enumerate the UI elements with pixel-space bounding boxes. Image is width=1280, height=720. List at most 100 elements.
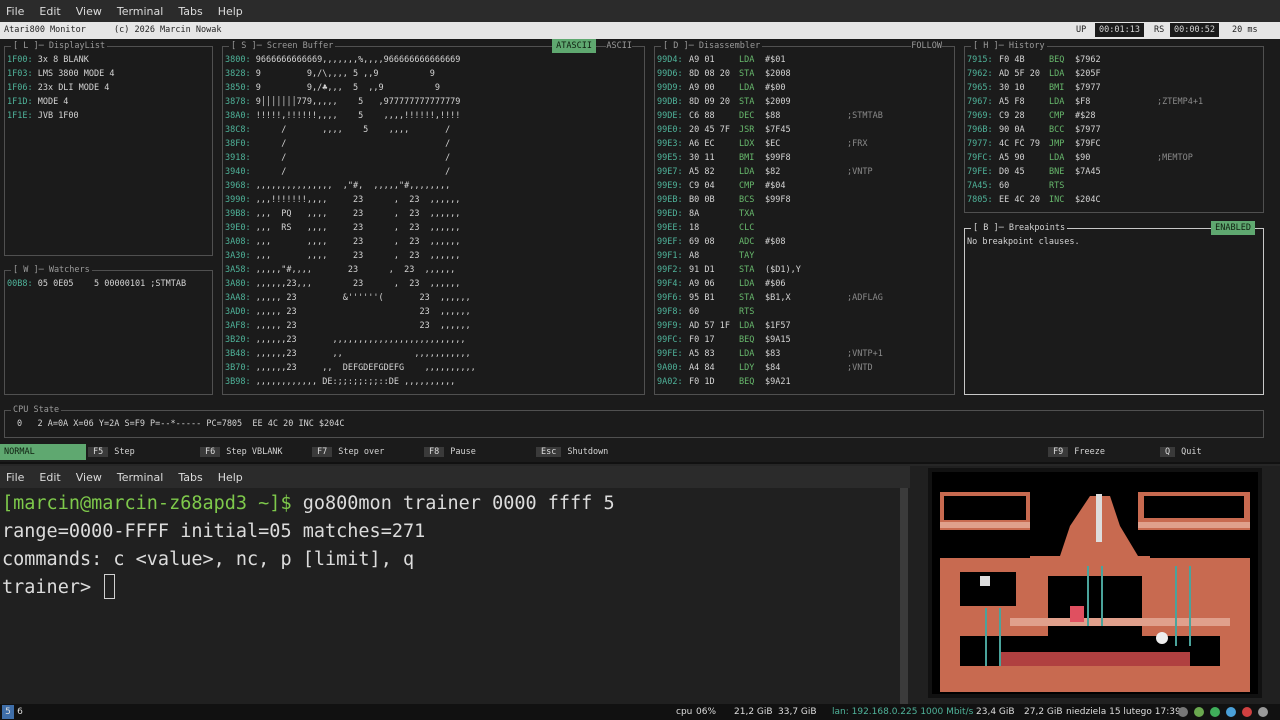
disassembler-comment: ;ADFLAG	[847, 293, 883, 303]
menu-terminal[interactable]: Terminal	[117, 5, 164, 18]
screen_buffer-row: 3990: ,,,!!!!!!!,,,, 23 , 23 ,,,,,,	[225, 193, 644, 207]
screen_buffer-addr: 3A80:	[225, 279, 251, 289]
trainer-prompt-line[interactable]: trainer>	[2, 574, 116, 602]
history-bytes: AD 5F 20	[999, 69, 1040, 79]
history-mnemonic: BCC	[1049, 125, 1065, 135]
disassembler-bytes: F0 1D	[689, 377, 715, 387]
displaylist-row: 1F1D: MODE 4	[7, 95, 212, 109]
menu-tabs-2[interactable]: Tabs	[178, 471, 202, 484]
disassembler-addr: 99E7:	[657, 167, 683, 177]
screen-buffer-title: [ S ]─ Screen Buffer	[229, 39, 336, 53]
screen_buffer-row: 3B98: ,,,,,,,,,,,, DE:;;:;;:;;::DE ,,,,,…	[225, 375, 644, 389]
workspace-6[interactable]: 6	[14, 705, 26, 719]
frame-ms: 20 ms	[1232, 25, 1258, 35]
screen_buffer-text: / /	[255, 153, 451, 163]
breakpoints-enabled-badge[interactable]: ENABLED	[1211, 221, 1255, 235]
disassembler-operand: $2008	[765, 69, 791, 79]
follow-indicator[interactable]: FOLLOW	[911, 39, 942, 53]
shell-terminal[interactable]: [marcin@marcin-z68apd3 ~]$ go800mon trai…	[0, 488, 910, 704]
disassembler-operand: #$00	[765, 83, 786, 93]
tray-icon-1[interactable]	[1178, 707, 1188, 717]
disassembler-operand: $B1,X	[765, 293, 791, 303]
menu-file-2[interactable]: File	[6, 471, 24, 484]
disassembler-title: [ D ]─ Disassembler	[661, 39, 763, 53]
lan-status: lan: 192.168.0.225 1000 Mbit/s	[832, 707, 974, 717]
screen_buffer-row: 3B20: ,,,,,,23 ,,,,,,,,,,,,,,,,,,,,,,,,,…	[225, 333, 644, 347]
screen-buffer-rows: 3800: 9666666666669,,,,,,,%,,,,966666666…	[223, 47, 644, 389]
disassembler-addr: 99DB:	[657, 97, 683, 107]
displaylist-panel: [ L ]─ DisplayList 1F00: 3x 8 BLANK 1F03:…	[4, 39, 213, 256]
disassembler-bytes: C9 04	[689, 181, 715, 191]
disassembler-addr: 9A02:	[657, 377, 683, 387]
pane-divider[interactable]	[0, 462, 1280, 464]
rs-label: RS	[1154, 25, 1165, 35]
screen_buffer-row: 3800: 9666666666669,,,,,,,%,,,,966666666…	[225, 53, 644, 67]
tray-icon-6[interactable]	[1258, 707, 1268, 717]
watchers-addr: 00B8:	[7, 279, 33, 289]
menu-edit[interactable]: Edit	[39, 5, 60, 18]
screen_buffer-addr: 38A0:	[225, 111, 251, 121]
watchers-panel: [ W ]─ Watchers 00B8: 05 0E05 5 00000101…	[4, 263, 213, 395]
f9-freeze[interactable]: F9 Freeze	[1048, 444, 1105, 460]
q-quit[interactable]: Q Quit	[1160, 444, 1202, 460]
emulator-window[interactable]	[910, 466, 1280, 704]
f6-step-vblank[interactable]: F6 Step VBLANK	[200, 444, 283, 460]
menu-help-2[interactable]: Help	[218, 471, 243, 484]
disassembler-bytes: B0 0B	[689, 195, 715, 205]
screen_buffer-addr: 3918:	[225, 153, 251, 163]
displaylist-addr: 1F1E:	[7, 111, 33, 121]
screen_buffer-addr: 3800:	[225, 55, 251, 65]
screen_buffer-row: 3AA8: ,,,,, 23 &''''''( 23 ,,,,,,	[225, 291, 644, 305]
tray-icon-5[interactable]	[1242, 707, 1252, 717]
disassembler-operand: #$01	[765, 55, 786, 65]
disassembler-addr: 99EE:	[657, 223, 683, 233]
disassembler-addr: 99EB:	[657, 195, 683, 205]
history-addr: 7962:	[967, 69, 993, 79]
disassembler-addr: 99EF:	[657, 237, 683, 247]
displaylist-row: 1F06: 23x DLI MODE 4	[7, 81, 212, 95]
menu-edit-2[interactable]: Edit	[39, 471, 60, 484]
disassembler-operand: $EC	[765, 139, 781, 149]
ascii-toggle[interactable]: ASCII	[606, 39, 632, 53]
shell-scrollbar[interactable]	[900, 488, 908, 704]
tray-icon-2[interactable]	[1194, 707, 1204, 717]
disassembler-operand: ($D1),Y	[765, 265, 801, 275]
disassembler-mnemonic: CMP	[739, 181, 755, 191]
disassembler-bytes: A9 01	[689, 55, 715, 65]
screen_buffer-text: 9 9,/♣,,, 5 ,,9 9	[255, 83, 440, 93]
tray-icon-4[interactable]	[1226, 707, 1236, 717]
disk-usage: 33,7 GiB	[778, 707, 817, 717]
history-row: 7962: AD 5F 20 LDA $205F	[967, 67, 1263, 81]
f7-step-over[interactable]: F7 Step over	[312, 444, 384, 460]
f8-pause[interactable]: F8 Pause	[424, 444, 476, 460]
menu-tabs[interactable]: Tabs	[178, 5, 202, 18]
esc-shutdown[interactable]: Esc Shutdown	[536, 444, 608, 460]
menu-terminal-2[interactable]: Terminal	[117, 471, 164, 484]
disassembler-row: 99E5: 30 11 BMI $99F8	[657, 151, 954, 165]
history-row: 7969: C9 28 CMP #$28	[967, 109, 1263, 123]
screen_buffer-row: 3878: 9│││││││779,,,,, 5 ,97777777777777…	[225, 95, 644, 109]
disassembler-operand: $82	[765, 167, 781, 177]
menu-help[interactable]: Help	[218, 5, 243, 18]
atascii-toggle[interactable]: ATASCII	[552, 39, 596, 53]
disassembler-addr: 99E0:	[657, 125, 683, 135]
menu-file[interactable]: File	[6, 5, 24, 18]
menu-view-2[interactable]: View	[76, 471, 102, 484]
screen_buffer-text: ,,,,,,23 ,,,,,,,,,,,,,,,,,,,,,,,,,,	[255, 335, 466, 345]
disassembler-bytes: 95 B1	[689, 293, 715, 303]
tray-icon-3[interactable]	[1210, 707, 1220, 717]
history-row: 7977: 4C FC 79 JMP $79FC	[967, 137, 1263, 151]
f5-step[interactable]: F5 Step	[88, 444, 135, 460]
disassembler-row: 99D4: A9 01 LDA #$01	[657, 53, 954, 67]
history-addr: 7969:	[967, 111, 993, 121]
menu-view[interactable]: View	[76, 5, 102, 18]
disassembler-row: 99DE: C6 88 DEC $88 ;STMTAB	[657, 109, 954, 123]
displaylist-rows: 1F00: 3x 8 BLANK 1F03: LMS 3800 MODE 4 1F0…	[5, 47, 212, 123]
screen_buffer-text: ,,,,, 23 23 ,,,,,,	[255, 307, 471, 317]
disassembler-row: 99F1: A8 TAY	[657, 249, 954, 263]
disassembler-mnemonic: LDX	[739, 139, 755, 149]
history-operand: $205F	[1075, 69, 1101, 79]
disassembler-row: 99F8: 60 RTS	[657, 305, 954, 319]
workspace-5[interactable]: 5	[2, 705, 14, 719]
disassembler-addr: 99E5:	[657, 153, 683, 163]
